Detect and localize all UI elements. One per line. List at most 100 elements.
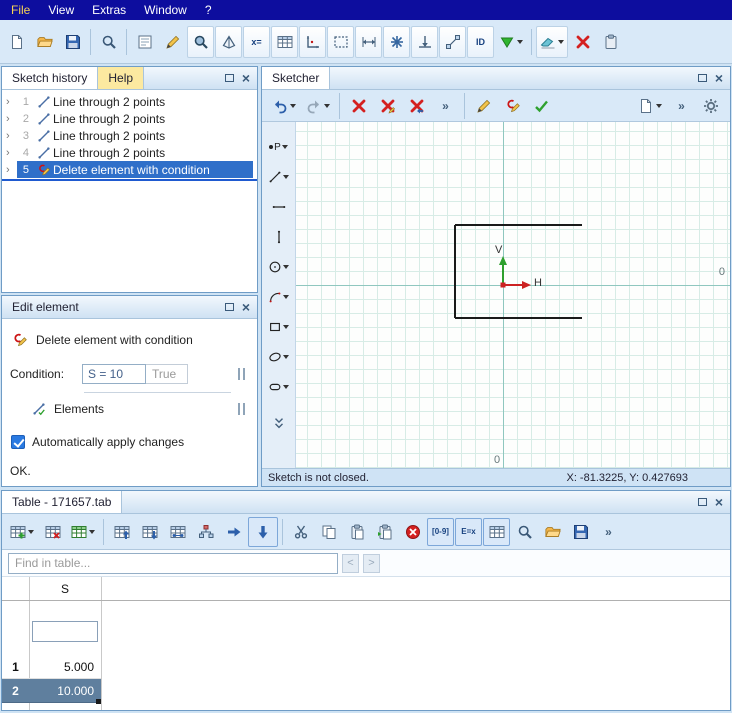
row-number[interactable]: 2 — [2, 679, 29, 702]
row-number[interactable]: 1 — [2, 655, 29, 678]
apply-right-button[interactable] — [220, 518, 247, 546]
tab-help[interactable]: Help — [98, 67, 145, 89]
dropdown-arrow-icon[interactable] — [283, 265, 289, 269]
auto-apply-checkbox[interactable] — [11, 435, 25, 449]
save-table-button[interactable] — [567, 518, 594, 546]
expander-icon[interactable]: › — [6, 96, 17, 108]
formula-toggle[interactable]: E=x — [455, 517, 482, 546]
more-options-button[interactable]: » — [668, 93, 695, 119]
sketch-view-toggle[interactable] — [215, 25, 242, 58]
zoom-button[interactable] — [95, 26, 122, 58]
find-button[interactable] — [511, 518, 538, 546]
dropdown-arrow-icon[interactable] — [283, 355, 289, 359]
tab-sketch-history[interactable]: Sketch history — [2, 67, 99, 89]
menu-file[interactable]: File — [2, 1, 39, 19]
resize-grip[interactable] — [238, 368, 245, 380]
fill-handle[interactable] — [96, 699, 101, 704]
dropdown-arrow-icon[interactable] — [283, 325, 289, 329]
save-button[interactable] — [59, 26, 86, 58]
page-options-button[interactable] — [634, 93, 666, 119]
insert-row-below-button[interactable] — [136, 518, 163, 546]
link-table-button[interactable] — [164, 518, 191, 546]
dimension-box-button[interactable] — [327, 25, 354, 58]
open-table-button[interactable] — [539, 518, 566, 546]
dropdown-arrow-icon[interactable] — [656, 103, 662, 108]
tab-sketcher[interactable]: Sketcher — [262, 67, 331, 89]
digits-format-toggle[interactable]: [0-9] — [427, 517, 454, 546]
copy-button[interactable] — [315, 518, 342, 546]
cut-button[interactable] — [287, 518, 314, 546]
dropdown-arrow-icon[interactable] — [558, 39, 564, 44]
cell-value[interactable]: 5.000 — [29, 655, 101, 678]
insert-row-above-button[interactable] — [108, 518, 135, 546]
dropdown-arrow-icon[interactable] — [517, 39, 523, 44]
settings-button[interactable] — [697, 93, 724, 119]
eraser-button[interactable] — [536, 25, 568, 58]
slot-tool[interactable] — [268, 378, 289, 396]
maximize-icon[interactable] — [224, 303, 234, 311]
measure-button[interactable] — [355, 25, 382, 58]
more-tools-button[interactable]: » — [432, 93, 459, 119]
find-next-button[interactable]: > — [363, 553, 380, 573]
paste-special-button[interactable] — [371, 518, 398, 546]
dropdown-arrow-icon[interactable] — [324, 103, 330, 108]
table-row[interactable]: 1 5.000 — [2, 655, 101, 679]
more-tools-expander[interactable] — [272, 414, 286, 432]
expander-icon[interactable]: › — [6, 113, 17, 125]
cell-value[interactable]: 10.000 — [29, 679, 101, 702]
grid-view-toggle[interactable] — [483, 517, 510, 546]
list-item[interactable]: › 4 Line through 2 points — [2, 144, 257, 161]
ellipse-tool[interactable] — [268, 348, 289, 366]
apply-down-button[interactable] — [248, 516, 278, 547]
close-icon[interactable]: × — [715, 495, 723, 509]
edit-condition-button[interactable] — [499, 93, 526, 119]
menu-extras[interactable]: Extras — [83, 1, 135, 19]
close-icon[interactable]: × — [242, 300, 250, 314]
restore-deleted-button[interactable] — [403, 93, 430, 119]
expander-icon[interactable]: › — [6, 164, 17, 176]
table-row-selected[interactable]: 2 10.000 — [2, 679, 101, 703]
close-icon[interactable]: × — [715, 71, 723, 85]
expander-icon[interactable]: › — [6, 147, 17, 159]
edit-pencil-button[interactable] — [470, 93, 497, 119]
menu-window[interactable]: Window — [135, 1, 196, 19]
dropdown-arrow-icon[interactable] — [283, 385, 289, 389]
redo-button[interactable] — [302, 93, 334, 119]
list-item-selected[interactable]: › 5 Delete element with condition — [2, 161, 257, 178]
undo-button[interactable] — [268, 93, 300, 119]
menu-view[interactable]: View — [39, 1, 83, 19]
more-table-tools-button[interactable]: » — [595, 518, 622, 546]
table-columns-button[interactable] — [67, 518, 99, 546]
find-previous-button[interactable]: < — [342, 553, 359, 573]
id-button[interactable]: ID — [467, 25, 494, 58]
new-document-button[interactable] — [3, 26, 30, 58]
list-item[interactable]: › 2 Line through 2 points — [2, 110, 257, 127]
zoom-view-toggle[interactable] — [187, 25, 214, 58]
tab-table[interactable]: Table - 171657.tab — [2, 491, 123, 513]
delete-all-button[interactable] — [345, 93, 372, 119]
dropdown-arrow-icon[interactable] — [290, 103, 296, 108]
maximize-icon[interactable] — [697, 498, 707, 506]
insert-table-button[interactable] — [6, 518, 38, 546]
clipboard-button[interactable] — [597, 26, 624, 58]
link-elements-button[interactable] — [439, 25, 466, 58]
dropdown-arrow-icon[interactable] — [28, 529, 34, 534]
dropdown-arrow-icon[interactable] — [283, 295, 289, 299]
dimension-arrow-button[interactable] — [411, 25, 438, 58]
arc-tool[interactable] — [268, 288, 289, 306]
maximize-icon[interactable] — [224, 74, 234, 82]
point-tool[interactable]: P — [269, 138, 288, 156]
snap-button[interactable] — [383, 25, 410, 58]
dropdown-arrow-icon[interactable] — [283, 175, 289, 179]
circle-tool[interactable] — [268, 258, 289, 276]
dropdown-arrow-icon[interactable] — [281, 145, 288, 149]
delete-selected-button[interactable] — [374, 93, 401, 119]
vertical-line-tool[interactable] — [272, 228, 286, 246]
edit-mode-button[interactable] — [159, 26, 186, 58]
resize-grip[interactable] — [238, 403, 245, 415]
form-view-button[interactable] — [131, 26, 158, 58]
coordinate-system-button[interactable] — [299, 25, 326, 58]
expander-icon[interactable]: › — [6, 130, 17, 142]
line-tool[interactable] — [268, 168, 289, 186]
new-value-input[interactable] — [32, 621, 98, 642]
